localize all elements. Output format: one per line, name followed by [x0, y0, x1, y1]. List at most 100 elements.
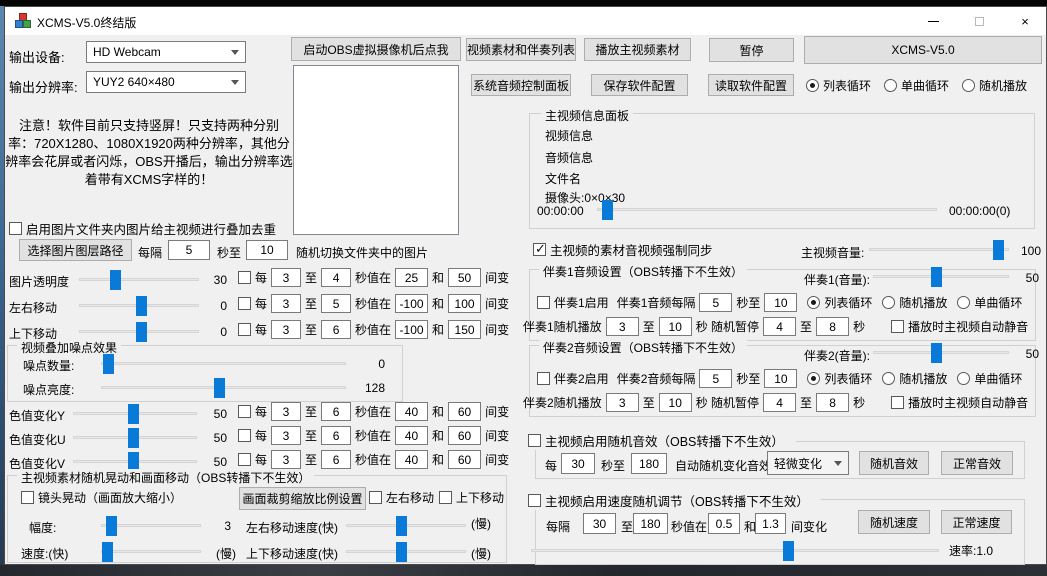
- move-lr-to-input[interactable]: 5: [321, 294, 351, 313]
- output-device-select[interactable]: HD Webcam: [86, 41, 246, 63]
- yuv-y-to-input[interactable]: 6: [321, 402, 351, 421]
- shake-ud-checkbox[interactable]: [439, 491, 452, 504]
- move-lr-variation-checkbox[interactable]: [238, 297, 251, 310]
- acc2-radio-random[interactable]: [882, 372, 895, 385]
- move-lr-max-input[interactable]: 100: [448, 294, 481, 313]
- move-lr-slider[interactable]: [79, 296, 199, 316]
- opacity-max-input[interactable]: 50: [448, 268, 481, 287]
- sys-audio-button[interactable]: 系统音频控制面板: [471, 74, 571, 96]
- obs-start-button[interactable]: 启动OBS虚拟摄像机后点我: [291, 37, 461, 61]
- speed-from-input[interactable]: 30: [583, 513, 616, 534]
- acc1-pause-to-input[interactable]: 8: [816, 317, 849, 336]
- opacity-to-input[interactable]: 4: [321, 268, 351, 287]
- random-speed-button[interactable]: 随机速度: [858, 510, 930, 534]
- lr-speed-slider[interactable]: [346, 516, 466, 536]
- acc2-rand-from-input[interactable]: 3: [606, 393, 639, 412]
- crop-scale-button[interactable]: 画面裁剪缩放比例设置: [239, 487, 366, 510]
- yuv-v-from-input[interactable]: 3: [271, 450, 301, 469]
- speed-min-input[interactable]: 0.5: [708, 513, 740, 534]
- yuv-u-from-input[interactable]: 3: [271, 426, 301, 445]
- yuv-u-variation-checkbox[interactable]: [238, 429, 251, 442]
- material-listbox[interactable]: [293, 65, 459, 235]
- acc1-volume-slider[interactable]: [873, 267, 1009, 287]
- yuv-y-max-input[interactable]: 60: [448, 402, 481, 421]
- acc1-radio-single[interactable]: [957, 296, 970, 309]
- radio-random-play[interactable]: [962, 79, 975, 92]
- acc2-rand-to-input[interactable]: 10: [659, 393, 692, 412]
- acc2-pause-to-input[interactable]: 8: [816, 393, 849, 412]
- acc2-enable-checkbox[interactable]: [537, 372, 550, 385]
- yuv-v-min-input[interactable]: 40: [395, 450, 428, 469]
- ud-speed-slider[interactable]: [346, 542, 466, 562]
- speed-max-input[interactable]: 1.3: [755, 513, 786, 534]
- random-sfx-button[interactable]: 随机音效: [859, 451, 929, 475]
- speed-to-input[interactable]: 180: [633, 513, 668, 534]
- amp-slider[interactable]: [101, 516, 201, 536]
- opacity-variation-checkbox[interactable]: [238, 271, 251, 284]
- acc1-radio-random[interactable]: [882, 296, 895, 309]
- sfx-to-input[interactable]: 180: [631, 453, 667, 474]
- lens-shake-checkbox[interactable]: [21, 491, 34, 504]
- switch-sec-from-input[interactable]: 5: [168, 240, 210, 260]
- xcms-button[interactable]: XCMS-V5.0: [804, 36, 1042, 64]
- acc1-from-input[interactable]: 5: [699, 293, 732, 312]
- move-lr-min-input[interactable]: -100: [395, 294, 428, 313]
- rate-slider[interactable]: [531, 541, 939, 561]
- speed-slider[interactable]: [101, 542, 201, 562]
- move-lr-from-input[interactable]: 3: [271, 294, 301, 313]
- switch-sec-to-input[interactable]: 10: [246, 240, 288, 260]
- acc1-pause-from-input[interactable]: 4: [763, 317, 796, 336]
- yuv-y-from-input[interactable]: 3: [271, 402, 301, 421]
- yuv-u-slider[interactable]: [73, 428, 197, 448]
- sfx-enable-checkbox[interactable]: [528, 434, 541, 447]
- acc2-mute-checkbox[interactable]: [891, 396, 904, 409]
- normal-sfx-button[interactable]: 正常音效: [941, 451, 1013, 475]
- yuv-u-max-input[interactable]: 60: [448, 426, 481, 445]
- radio-list-loop[interactable]: [806, 79, 819, 92]
- move-ud-max-input[interactable]: 150: [448, 320, 481, 339]
- acc1-mute-checkbox[interactable]: [891, 320, 904, 333]
- acc1-enable-checkbox[interactable]: [537, 296, 550, 309]
- minimize-button[interactable]: [910, 7, 956, 35]
- progress-slider[interactable]: [597, 200, 937, 220]
- material-list-button[interactable]: 视频素材和伴奏列表: [466, 38, 576, 61]
- opacity-slider[interactable]: [79, 270, 199, 290]
- yuv-u-to-input[interactable]: 6: [321, 426, 351, 445]
- speed-enable-checkbox[interactable]: [528, 494, 541, 507]
- acc2-radio-single[interactable]: [957, 372, 970, 385]
- normal-speed-button[interactable]: 正常速度: [941, 510, 1012, 534]
- opacity-from-input[interactable]: 3: [271, 268, 301, 287]
- move-ud-from-input[interactable]: 3: [271, 320, 301, 339]
- yuv-y-variation-checkbox[interactable]: [238, 405, 251, 418]
- noise-count-slider[interactable]: [101, 354, 346, 374]
- shake-lr-checkbox[interactable]: [369, 491, 382, 504]
- acc2-to-input[interactable]: 10: [764, 369, 797, 388]
- move-ud-to-input[interactable]: 6: [321, 320, 351, 339]
- yuv-v-max-input[interactable]: 60: [448, 450, 481, 469]
- acc1-to-input[interactable]: 10: [764, 293, 797, 312]
- pause-button[interactable]: 暂停: [709, 38, 794, 62]
- yuv-y-min-input[interactable]: 40: [395, 402, 428, 421]
- sfx-mode-select[interactable]: 轻微变化: [767, 451, 849, 475]
- choose-image-path-button[interactable]: 选择图片图层路径: [19, 239, 132, 261]
- acc2-from-input[interactable]: 5: [699, 369, 732, 388]
- save-config-button[interactable]: 保存软件配置: [591, 74, 688, 96]
- play-main-button[interactable]: 播放主视频素材: [584, 38, 691, 61]
- yuv-v-to-input[interactable]: 6: [321, 450, 351, 469]
- noise-bright-slider[interactable]: [101, 378, 346, 398]
- radio-single-loop[interactable]: [884, 79, 897, 92]
- move-ud-variation-checkbox[interactable]: [238, 323, 251, 336]
- acc2-volume-slider[interactable]: [873, 343, 1009, 363]
- acc1-rand-from-input[interactable]: 3: [606, 317, 639, 336]
- load-config-button[interactable]: 读取软件配置: [708, 74, 794, 96]
- acc1-rand-to-input[interactable]: 10: [659, 317, 692, 336]
- main-volume-slider[interactable]: [869, 240, 1009, 260]
- sfx-from-input[interactable]: 30: [561, 453, 595, 474]
- acc2-radio-list-loop[interactable]: [807, 372, 820, 385]
- overlay-enable-checkbox[interactable]: [9, 222, 22, 235]
- yuv-u-min-input[interactable]: 40: [395, 426, 428, 445]
- close-button[interactable]: ×: [1002, 7, 1047, 35]
- maximize-button[interactable]: [956, 7, 1002, 35]
- yuv-v-variation-checkbox[interactable]: [238, 453, 251, 466]
- acc1-radio-list-loop[interactable]: [807, 296, 820, 309]
